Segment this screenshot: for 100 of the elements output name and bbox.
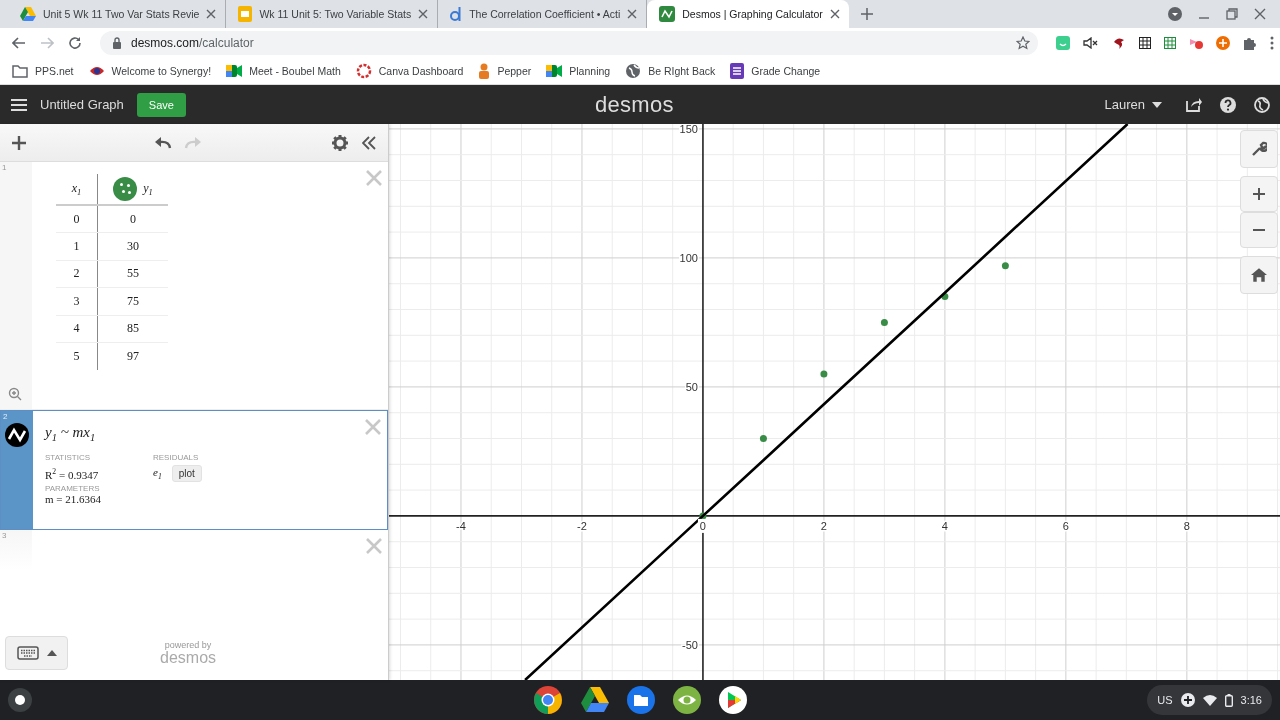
chrome-icon[interactable]: [533, 685, 563, 715]
table-cell[interactable]: 5: [56, 342, 98, 371]
table-cell[interactable]: 55: [98, 260, 168, 288]
column-header[interactable]: y$_{1}$: [98, 174, 168, 204]
desmos-logo: desmos: [160, 649, 217, 666]
caret-icon: [1152, 101, 1162, 108]
globe-icon[interactable]: [1254, 96, 1270, 113]
powered-by-text: powered by: [164, 640, 212, 650]
expression-item[interactable]: 2 y$_{1}$ ~ mx$_{1}$ STATISTICS RESIDUALS R$^{2}$ = 0.9347 e$_{1}$ plot PARAMETERS m = 21.6364: [0, 410, 388, 530]
battery-icon: [1224, 693, 1233, 707]
close-icon[interactable]: [627, 9, 638, 19]
bookmark-link[interactable]: Canva Dashboard: [378, 64, 464, 77]
table-cell[interactable]: 97: [98, 342, 168, 371]
axis-tick-label: 4: [941, 519, 948, 532]
eye-icon: [88, 64, 105, 77]
drive-icon: [20, 7, 36, 21]
zoom-fit-icon[interactable]: [8, 387, 22, 401]
axis-tick-label: 2: [820, 519, 827, 532]
table-cell[interactable]: 30: [98, 233, 168, 260]
table-cell[interactable]: 3: [56, 288, 98, 315]
record-icon[interactable]: [1189, 36, 1203, 49]
mute-icon[interactable]: [1083, 36, 1099, 49]
restore-icon[interactable]: [1226, 8, 1238, 20]
address-field[interactable]: desmos.com/calculator: [100, 30, 1038, 55]
bookmark-link[interactable]: Grade Change: [751, 64, 821, 77]
section-label: STATISTICS: [45, 453, 92, 462]
axis-tick-label: 150: [679, 124, 698, 135]
axis-tick-label: -50: [682, 638, 698, 651]
plus-circle-icon: [1180, 693, 1195, 707]
axis-tick-label: -4: [456, 519, 466, 532]
status-tray[interactable]: US 3:16: [1147, 685, 1272, 715]
close-icon[interactable]: [418, 9, 429, 19]
close-icon[interactable]: [206, 9, 217, 19]
axis-tick-label: 0: [699, 519, 706, 532]
slides-icon: [238, 6, 253, 22]
table-cell[interactable]: 0: [56, 206, 98, 233]
section-label: PARAMETERS: [45, 484, 101, 493]
bookmark-link[interactable]: Welcome to Synergy!: [111, 64, 212, 77]
bookmark-link[interactable]: Pepper: [497, 64, 532, 77]
home-icon[interactable]: [1240, 256, 1278, 294]
expression-item[interactable]: 1 x$_{1}$ y$_{1}$ 0 0 1 30 2 55 3 75 4 85 5 97: [0, 162, 388, 410]
wifi-icon: [1202, 694, 1217, 706]
keyboard-button[interactable]: [5, 636, 68, 670]
table-cell[interactable]: 75: [98, 288, 168, 315]
share-icon[interactable]: [1186, 97, 1202, 112]
axis-tick-label: -2: [577, 519, 587, 532]
user-menu[interactable]: Lauren: [1104, 97, 1162, 112]
wrench-icon[interactable]: [1240, 130, 1278, 168]
settings-icon[interactable]: [332, 134, 348, 151]
dropdown-icon[interactable]: [1168, 7, 1182, 21]
desmos-logo: desmos: [595, 92, 674, 118]
url-text: desmos.com/calculator: [131, 35, 254, 50]
axis-tick-label: 8: [1183, 519, 1190, 532]
eye-app-icon[interactable]: [673, 686, 701, 714]
table-cell[interactable]: 0: [98, 206, 168, 233]
axis-tick-label: 6: [1062, 519, 1069, 532]
data-point[interactable]: [699, 512, 707, 520]
puzzle-icon[interactable]: [1243, 35, 1257, 50]
collapse-icon[interactable]: [362, 135, 376, 150]
close-icon[interactable]: [829, 9, 840, 19]
launcher-icon[interactable]: [8, 688, 32, 712]
menu-icon[interactable]: [11, 97, 27, 112]
camera-icon: [226, 64, 243, 77]
regression-icon: [5, 423, 29, 447]
table-cell[interactable]: 1: [56, 233, 98, 260]
bookmark-link[interactable]: Planning: [569, 64, 611, 77]
graph-title[interactable]: Untitled Graph: [40, 97, 124, 112]
table-cell[interactable]: 2: [56, 260, 98, 288]
drive-icon[interactable]: [581, 687, 609, 713]
bird-icon[interactable]: [1112, 35, 1126, 50]
close-icon[interactable]: [1254, 8, 1266, 20]
data-point[interactable]: [941, 293, 949, 301]
plus-circle-icon[interactable]: [1216, 35, 1230, 50]
line-number: 3: [2, 531, 7, 540]
reload-icon[interactable]: [68, 35, 82, 50]
files-icon[interactable]: [627, 686, 655, 714]
grid-icon[interactable]: [1139, 36, 1151, 49]
person-icon: [478, 62, 491, 79]
points-style-icon[interactable]: [113, 177, 138, 201]
help-icon[interactable]: [1220, 96, 1236, 113]
undo-icon[interactable]: [154, 136, 172, 149]
line-number: 2: [3, 412, 8, 421]
star-icon[interactable]: [1016, 35, 1030, 50]
table-cell[interactable]: 85: [98, 315, 168, 342]
back-icon[interactable]: [12, 36, 26, 49]
browser-tab[interactable]: Desmos | Graphing Calculator: [647, 0, 849, 28]
formula-text[interactable]: y$_{1}$ ~ mx$_{1}$: [45, 424, 96, 443]
new-tab-icon[interactable]: [860, 8, 873, 20]
bookmark-link[interactable]: Be RIght Back: [648, 64, 716, 77]
bookmark-link[interactable]: Meet - Boubel Math: [249, 64, 341, 77]
folder-icon: [12, 63, 28, 78]
more-icon[interactable]: [1270, 35, 1274, 50]
zoom-in-icon[interactable]: [1240, 176, 1278, 212]
plot-button[interactable]: plot: [171, 465, 202, 482]
column-header[interactable]: x$_{1}$: [56, 174, 98, 204]
bookmark-link[interactable]: PPS.net: [35, 64, 74, 77]
keyboard-icon: [16, 646, 39, 660]
add-icon[interactable]: [12, 135, 26, 150]
table-cell[interactable]: 4: [56, 315, 98, 342]
play-store-icon[interactable]: [719, 686, 747, 714]
